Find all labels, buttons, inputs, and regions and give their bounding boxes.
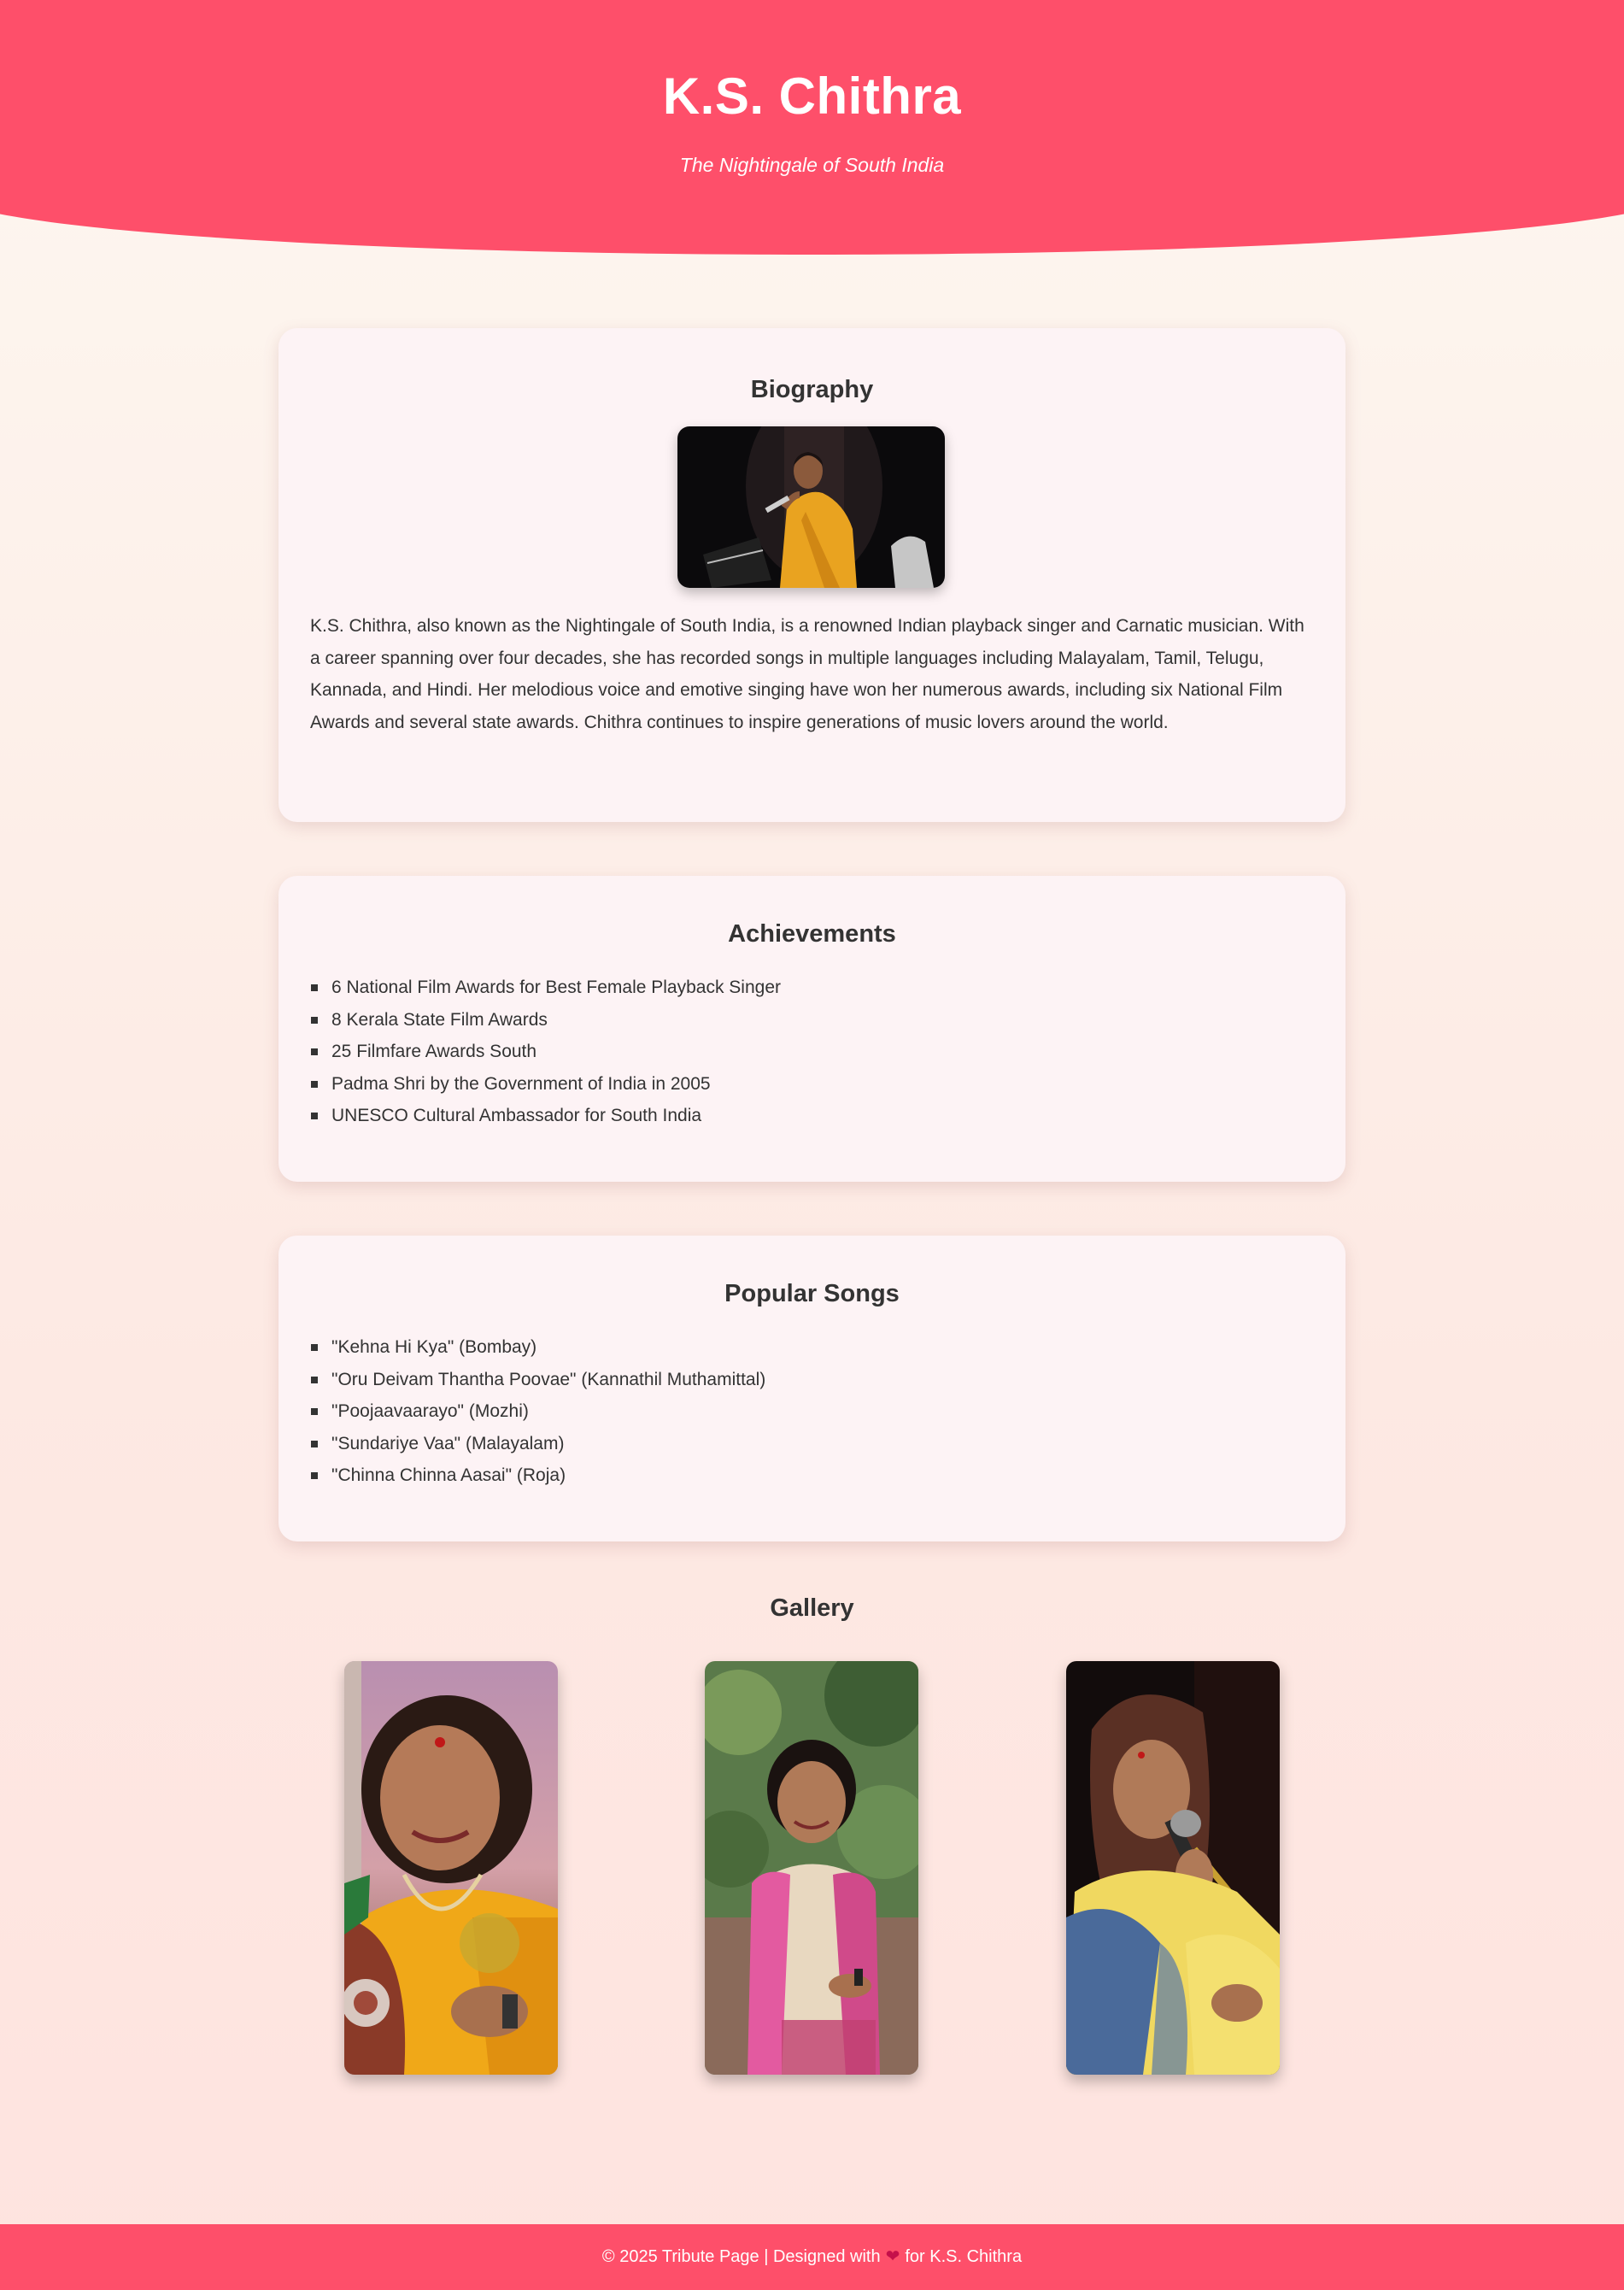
list-item: 25 Filmfare Awards South bbox=[310, 1036, 1293, 1068]
list-item: 8 Kerala State Film Awards bbox=[310, 1004, 1293, 1036]
page-header: K.S. Chithra The Nightingale of South In… bbox=[0, 0, 1624, 255]
biography-photo bbox=[677, 426, 945, 588]
heart-icon: ❤ bbox=[885, 2247, 900, 2266]
gallery-photo-1 bbox=[344, 1661, 558, 2075]
achievements-heading: Achievements bbox=[728, 920, 896, 948]
gallery-photo-2 bbox=[705, 1661, 918, 2075]
page-title: K.S. Chithra bbox=[662, 68, 962, 125]
page-footer: © 2025 Tribute Page | Designed with ❤ for … bbox=[0, 2224, 1624, 2290]
biography-text: K.S. Chithra, also known as the Nighting… bbox=[310, 616, 1304, 732]
gallery-heading: Gallery bbox=[770, 1594, 854, 1622]
popular-songs-list: "Kehna Hi Kya" (Bombay) "Oru Deivam Than… bbox=[310, 1331, 1293, 1492]
list-item: "Poojaavaarayo" (Mozhi) bbox=[310, 1395, 1293, 1428]
list-item: 6 National Film Awards for Best Female P… bbox=[310, 972, 1293, 1004]
biography-card: Biography K.S. Chithra, also known as th… bbox=[278, 328, 1346, 822]
list-item: "Sundariye Vaa" (Malayalam) bbox=[310, 1428, 1293, 1460]
achievements-list: 6 National Film Awards for Best Female P… bbox=[310, 972, 1293, 1132]
list-item: "Kehna Hi Kya" (Bombay) bbox=[310, 1331, 1293, 1364]
biography-heading: Biography bbox=[750, 376, 874, 403]
gallery-photo-3 bbox=[1066, 1661, 1280, 2075]
footer-text-before: © 2025 Tribute Page | Designed with bbox=[601, 2247, 881, 2266]
list-item: UNESCO Cultural Ambassador for South Ind… bbox=[310, 1100, 1293, 1132]
list-item: Padma Shri by the Government of India in… bbox=[310, 1068, 1293, 1101]
achievements-card: Achievements 6 National Film Awards for … bbox=[278, 876, 1346, 1182]
page-subtitle: The Nightingale of South India bbox=[679, 154, 945, 176]
list-item: "Chinna Chinna Aasai" (Roja) bbox=[310, 1459, 1293, 1492]
popular-songs-card: Popular Songs "Kehna Hi Kya" (Bombay) "O… bbox=[278, 1236, 1346, 1541]
popular-songs-heading: Popular Songs bbox=[724, 1280, 900, 1307]
footer-text-after: for K.S. Chithra bbox=[905, 2247, 1023, 2266]
list-item: "Oru Deivam Thantha Poovae" (Kannathil M… bbox=[310, 1364, 1293, 1396]
header-background bbox=[0, 0, 1624, 255]
